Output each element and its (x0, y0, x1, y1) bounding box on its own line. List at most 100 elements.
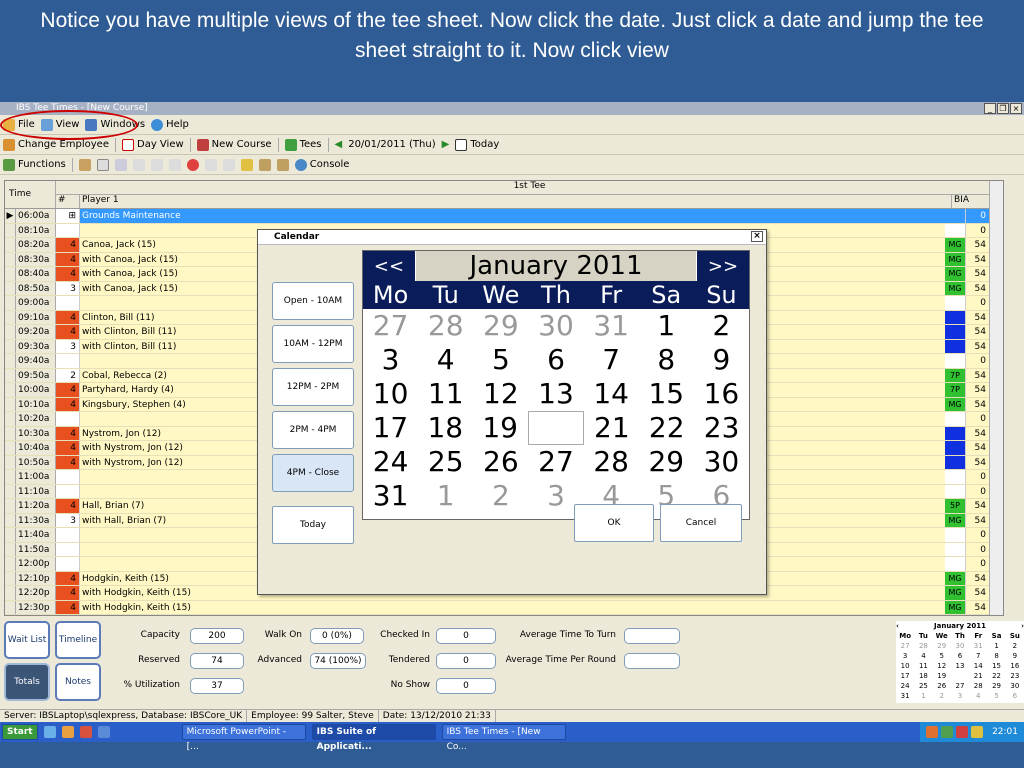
mini-day[interactable] (951, 671, 969, 681)
calendar-day[interactable]: 13 (528, 377, 583, 411)
ok-button[interactable]: OK (574, 504, 654, 542)
mini-day[interactable]: 4 (969, 691, 987, 701)
mini-day[interactable]: 6 (1006, 691, 1024, 701)
close-button[interactable]: × (1010, 103, 1022, 114)
mini-day[interactable]: 4 (914, 651, 932, 661)
mini-day[interactable]: 18 (914, 671, 932, 681)
time-slot-button[interactable]: 12PM - 2PM (272, 368, 354, 406)
calendar-day[interactable]: 28 (584, 445, 639, 479)
tray-icon[interactable] (971, 726, 984, 738)
mini-day[interactable]: 14 (969, 661, 987, 671)
print-icon[interactable] (258, 158, 271, 171)
totals-button[interactable]: Totals (4, 663, 50, 701)
tool-icon[interactable] (150, 158, 163, 171)
calendar-day[interactable]: 16 (694, 377, 749, 411)
calendar-day[interactable]: 11 (418, 377, 473, 411)
mini-day[interactable]: 21 (969, 671, 987, 681)
mini-day[interactable]: 11 (914, 661, 932, 671)
date-display[interactable]: 20/01/2011 (Thu) (348, 139, 435, 150)
time-slot-button[interactable]: Open - 10AM (272, 282, 354, 320)
calendar-day[interactable]: 21 (584, 411, 639, 445)
mini-day[interactable]: 5 (933, 651, 951, 661)
calendar-day[interactable]: 22 (639, 411, 694, 445)
calendar-day[interactable]: 7 (584, 343, 639, 377)
next-month-button[interactable]: >> (697, 251, 749, 281)
cancel-button[interactable]: Cancel (660, 504, 742, 542)
print-icon[interactable] (276, 158, 289, 171)
mini-day[interactable]: 2 (933, 691, 951, 701)
calendar-day[interactable]: 29 (639, 445, 694, 479)
mini-day[interactable]: 16 (1006, 661, 1024, 671)
mini-prev-icon[interactable]: ‹ (896, 621, 906, 631)
mini-day[interactable]: 12 (933, 661, 951, 671)
calendar-day[interactable]: 4 (418, 343, 473, 377)
mini-day[interactable]: 25 (914, 681, 932, 691)
calendar-day[interactable] (527, 411, 585, 445)
start-button[interactable]: Start (2, 724, 38, 740)
import-icon[interactable] (78, 158, 91, 171)
calendar-day[interactable]: 3 (363, 343, 418, 377)
calendar-day[interactable]: 19 (473, 411, 528, 445)
calendar-day[interactable]: 6 (528, 343, 583, 377)
row-player[interactable]: Grounds Maintenance (80, 209, 945, 223)
today-dialog-button[interactable]: Today (272, 506, 354, 544)
mini-day[interactable]: 28 (969, 681, 987, 691)
tray-icon[interactable] (926, 726, 939, 738)
calendar-day[interactable]: 12 (473, 377, 528, 411)
tool-icon[interactable] (222, 158, 235, 171)
menu-help[interactable]: Help (151, 118, 189, 131)
functions-button[interactable]: Functions (3, 158, 66, 171)
calendar-day[interactable]: 18 (418, 411, 473, 445)
tool-icon[interactable] (204, 158, 217, 171)
console-button[interactable]: Console (294, 158, 349, 171)
calendar-day[interactable]: 30 (528, 309, 583, 343)
mini-day[interactable]: 29 (987, 681, 1005, 691)
calendar-day[interactable]: 1 (639, 309, 694, 343)
mini-day[interactable]: 13 (951, 661, 969, 671)
tool-icon[interactable] (132, 158, 145, 171)
new-course-button[interactable]: New Course (196, 138, 272, 151)
calendar-day[interactable]: 27 (363, 309, 418, 343)
grid-scrollbar[interactable] (989, 181, 1003, 615)
dialog-close-icon[interactable]: × (751, 231, 763, 242)
minimize-button[interactable]: _ (984, 103, 996, 114)
calendar-day[interactable]: 30 (694, 445, 749, 479)
table-row[interactable]: ▶ 06:00a ⊞ Grounds Maintenance 0 (5, 209, 1003, 224)
mini-day[interactable]: 3 (951, 691, 969, 701)
table-row[interactable]: 12:30p 4 with Hodgkin, Keith (15) MG 54 (5, 600, 1003, 615)
mini-day[interactable]: 15 (987, 661, 1005, 671)
calendar-day[interactable]: 9 (694, 343, 749, 377)
calendar-day[interactable]: 2 (694, 309, 749, 343)
mini-day[interactable]: 30 (951, 641, 969, 651)
change-employee-button[interactable]: Change Employee (3, 138, 109, 151)
mini-day[interactable]: 10 (896, 661, 914, 671)
calendar-day[interactable]: 14 (584, 377, 639, 411)
mini-calendar[interactable]: ‹ January 2011 › Mo Tu We Th Fr Sa Su 27 28 29 30 31… (896, 621, 1024, 703)
mini-day[interactable]: 1 (914, 691, 932, 701)
next-day-icon[interactable]: ▶ (442, 139, 450, 150)
mini-day[interactable]: 31 (896, 691, 914, 701)
mini-day[interactable]: 17 (896, 671, 914, 681)
mini-day[interactable]: 19 (933, 671, 951, 681)
today-button[interactable]: Today (455, 138, 499, 151)
calendar-day[interactable]: 8 (639, 343, 694, 377)
mini-day[interactable]: 22 (987, 671, 1005, 681)
calendar-day[interactable]: 29 (473, 309, 528, 343)
task-ibs-suite[interactable]: IBS Suite of Applicati... (311, 724, 436, 752)
calendar-day[interactable]: 25 (418, 445, 473, 479)
calendar-day[interactable]: 2 (473, 479, 528, 513)
mini-day[interactable]: 5 (987, 691, 1005, 701)
delete-icon[interactable] (186, 158, 199, 171)
time-slot-button[interactable]: 2PM - 4PM (272, 411, 354, 449)
mini-day[interactable]: 6 (951, 651, 969, 661)
calendar-day[interactable]: 27 (528, 445, 583, 479)
list-icon[interactable] (240, 158, 253, 171)
calendar-day[interactable]: 31 (363, 479, 418, 513)
calendar-day[interactable]: 17 (363, 411, 418, 445)
calendar-day[interactable]: 31 (584, 309, 639, 343)
time-slot-button[interactable]: 4PM - Close (272, 454, 354, 492)
prev-day-icon[interactable]: ◀ (335, 139, 343, 150)
mini-day[interactable]: 31 (969, 641, 987, 651)
tray-icon[interactable] (941, 726, 954, 738)
calendar-day[interactable]: 15 (639, 377, 694, 411)
